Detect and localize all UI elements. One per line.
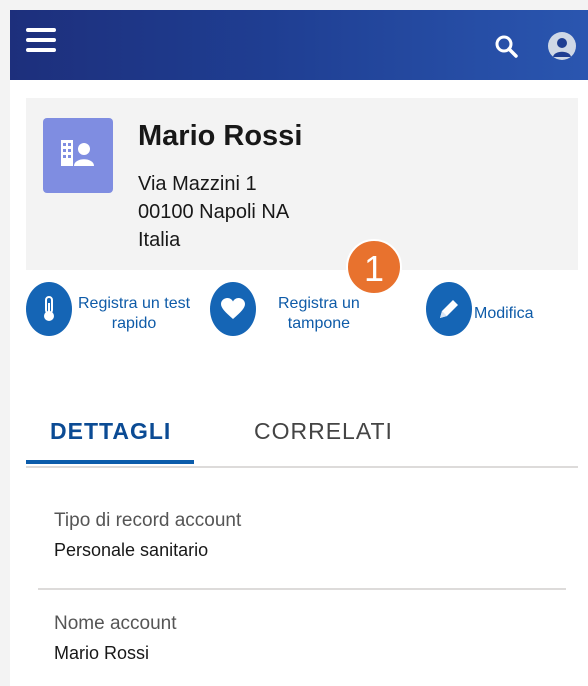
record-name: Mario Rossi xyxy=(138,120,303,152)
thermometer-icon xyxy=(26,282,72,336)
user-avatar-icon[interactable] xyxy=(548,32,576,60)
field-tipo-record-account: Tipo di record account Personale sanitar… xyxy=(54,510,241,561)
record-header-card: Mario Rossi Via Mazzini 1 00100 Napoli N… xyxy=(26,98,578,270)
field-label: Nome account xyxy=(54,613,177,634)
top-navigation-bar xyxy=(10,10,588,80)
heart-icon xyxy=(210,282,256,336)
tab-dettagli[interactable]: DETTAGLI xyxy=(50,418,171,445)
quick-actions-bar: Registra un test rapido Registra un tamp… xyxy=(10,282,588,344)
field-value: Mario Rossi xyxy=(54,643,150,663)
app-frame: Mario Rossi Via Mazzini 1 00100 Napoli N… xyxy=(10,10,588,686)
record-tabs: DETTAGLI CORRELATI xyxy=(26,410,578,468)
address-city: 00100 Napoli NA xyxy=(138,201,290,223)
active-tab-indicator xyxy=(26,460,194,464)
field-value: Personale sanitario xyxy=(54,540,209,560)
search-icon[interactable] xyxy=(494,34,518,58)
field-label: Tipo di record account xyxy=(54,510,242,531)
field-divider xyxy=(38,588,566,590)
record-address: Via Mazzini 1 00100 Napoli NA Italia xyxy=(138,170,289,254)
action-label: Modifica xyxy=(474,305,534,322)
address-country: Italia xyxy=(138,229,181,251)
hamburger-menu-icon[interactable] xyxy=(26,28,56,52)
field-nome-account: Nome account Mario Rossi xyxy=(54,613,177,664)
person-account-icon xyxy=(43,118,113,193)
address-street: Via Mazzini 1 xyxy=(138,173,257,195)
pencil-edit-icon xyxy=(426,282,472,336)
action-label: Registra un tampone xyxy=(278,295,360,332)
tab-correlati[interactable]: CORRELATI xyxy=(254,418,393,445)
action-label: Registra un test rapido xyxy=(78,295,191,332)
